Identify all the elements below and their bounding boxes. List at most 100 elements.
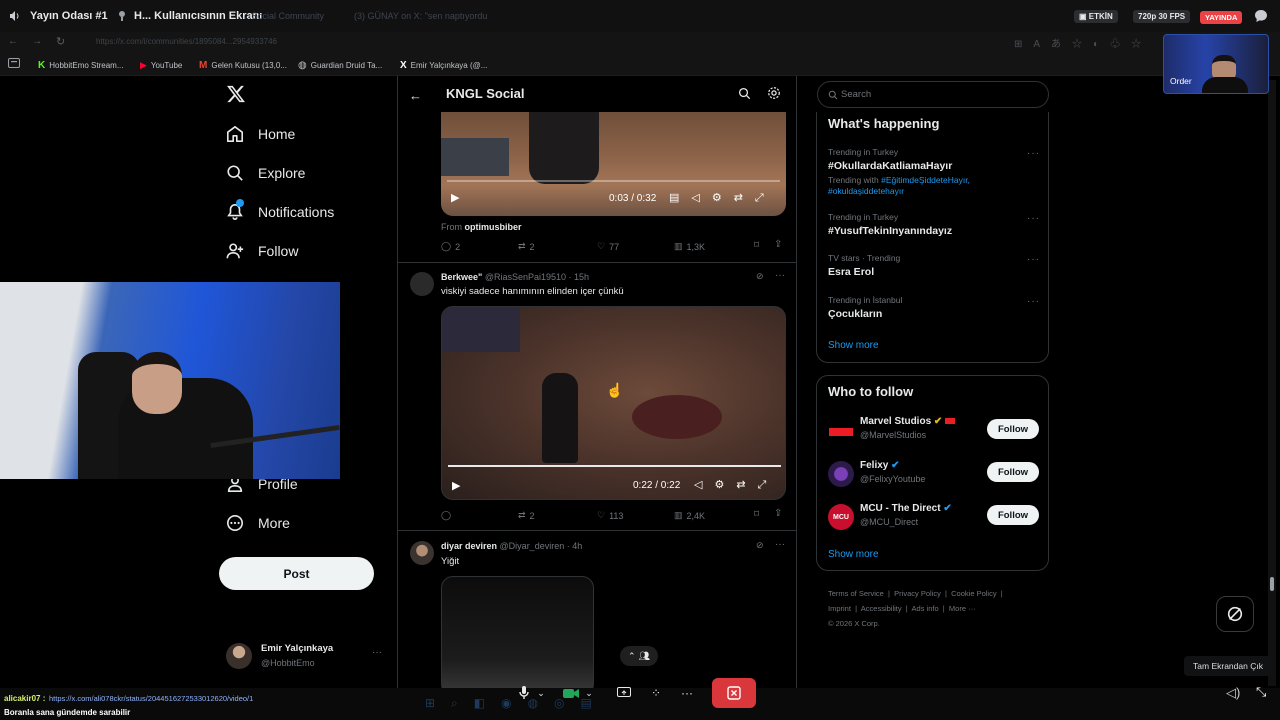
tweet-time: 15h [574,272,590,282]
stream-top-bar: Yayın Odası #1 H... Kullanıcısının Ekran… [0,0,1280,32]
reload-icon[interactable]: ↻ [56,35,65,48]
more-dots-icon[interactable]: ··· [1027,296,1040,307]
more-dots-icon[interactable]: ··· [1027,254,1040,265]
active-badge: ▣ ETKİN [1074,10,1118,23]
chat-bubble-icon[interactable] [1254,9,1268,23]
grok-icon[interactable]: ⊘ [756,540,764,551]
popout-button[interactable] [1216,596,1254,632]
footer-link[interactable]: Accessibility [861,604,902,613]
tweet-video[interactable]: ▶ 0:03 / 0:32 ▤◁⚙⇄⤢ [441,112,786,216]
more-options-button[interactable]: ··· [675,681,699,705]
share-icon[interactable]: ⇪ [774,239,782,250]
like-button[interactable]: ♡ 113 [597,510,623,521]
search-input[interactable]: Search [817,81,1049,108]
tweet-author-name: Berkwee" [441,272,483,282]
bookmark-item[interactable]: ▶ YouTube [140,60,182,71]
scrollbar[interactable] [1268,80,1276,686]
url-field[interactable]: https://x.com/i/communities/1895084...29… [96,37,277,46]
video-progress-track[interactable] [448,465,781,467]
camera-button[interactable]: ⌄ [558,681,598,705]
bell-icon [226,199,244,221]
video-controls-icons[interactable]: ◁⚙⇄⤢ [694,478,778,492]
scrollbar-thumb[interactable] [1270,577,1274,591]
bookmark-icon[interactable]: ⌑ [754,509,759,520]
back-icon[interactable]: ← [8,36,18,47]
follow-button[interactable]: Follow [987,462,1039,482]
live-badge: YAYINDA [1200,11,1243,24]
bookmark-item[interactable]: M Gelen Kutusu (13,0... [199,60,287,71]
chat-link[interactable]: https://x.com/ali078ckr/status/204451627… [49,694,253,703]
participant-tile[interactable]: Order [1163,34,1269,94]
more-dots-icon[interactable]: ··· [775,270,785,281]
bookmark-icon[interactable]: ⌑ [754,240,759,251]
views-button[interactable]: ▥ 1,3K [674,241,705,252]
reply-button[interactable]: ◯ 2 [441,241,460,252]
bookmark-item[interactable]: ◍ Guardian Druid Ta... [298,60,382,71]
more-dots-icon[interactable]: ··· [775,539,785,550]
video-controls-icons[interactable]: ▤◁⚙⇄⤢ [669,191,776,205]
people-icon: 👥︎ [638,650,650,661]
sidebar-item-follow[interactable]: Follow [226,242,298,260]
sidebar-item-notifications[interactable]: Notifications [226,199,334,221]
suggestion-handle: @FelixyYoutube [860,474,926,484]
share-icon[interactable]: ⇪ [774,508,782,519]
play-icon[interactable]: ▶ [452,479,460,492]
tweet-author-handle: @Diyar_deviren [499,541,565,551]
exit-fullscreen-icon[interactable]: ⤡ [1256,684,1266,700]
activities-button[interactable]: ⁘ [644,681,668,705]
tweet-media[interactable] [441,576,594,688]
suggestion-name: Marvel Studios ✔︎ [860,416,956,427]
disconnect-button[interactable] [712,678,756,708]
sidebar-item-explore[interactable]: Explore [226,164,305,182]
trend-item[interactable]: Trending in Turkey #OkullardaKatliamaHay… [828,147,1043,197]
microphone-button[interactable]: ⌄ [512,681,552,705]
play-icon[interactable]: ▶ [451,191,459,204]
screen-share-button[interactable] [612,681,636,705]
forward-icon[interactable]: → [32,36,42,47]
post-button[interactable]: Post [219,557,374,590]
trend-item[interactable]: TV stars · Trending Esra Erol [828,253,1043,278]
screen-share-icon [617,687,631,699]
footer-link[interactable]: Privacy Policy [894,589,941,598]
more-dots-icon[interactable]: ··· [372,647,382,658]
sidebar-item-home[interactable]: Home [226,125,295,143]
search-icon [828,90,838,100]
bookmark-item[interactable]: K HobbitEmo Stream... [38,60,123,71]
grok-icon[interactable]: ⊘ [756,271,764,282]
show-more-link[interactable]: Show more [828,340,879,351]
sidebar-item-more[interactable]: More [226,514,290,532]
repost-button[interactable]: ⇄ 2 [518,510,535,521]
show-more-link[interactable]: Show more [828,549,879,560]
follow-button[interactable]: Follow [987,419,1039,439]
footer-link[interactable]: Terms of Service [828,589,884,598]
reply-button[interactable]: ◯ [441,510,455,521]
account-switcher[interactable]: Emir Yalçınkaya @HobbitEmo ··· [226,641,386,673]
video-progress-track[interactable] [447,180,780,182]
trend-item[interactable]: Trending in Turkey #YusufTekinInyanınday… [828,212,1043,237]
tweet-video[interactable]: ▶ 0:22 / 0:22 ◁⚙⇄⤢ [441,306,786,500]
account-name: Emir Yalçınkaya [261,643,334,654]
footer-link[interactable]: Ads info [912,604,939,613]
chat-user: alicakir07 : [4,694,46,703]
bookmark-item[interactable]: X Emir Yalçınkaya (@... [400,60,487,71]
footer-link[interactable]: More ··· [949,604,976,613]
trend-item[interactable]: Trending in İstanbul Çocukların [828,295,1043,320]
views-button[interactable]: ▥ 2,4K [674,510,705,521]
like-button[interactable]: ♡ 77 [597,241,619,252]
community-jump-button[interactable]: ⌃ 👥︎ [620,646,658,666]
trend-title: #YusufTekinInyanındayız [828,225,953,237]
repost-button[interactable]: ⇄ 2 [518,241,535,252]
more-dots-icon[interactable]: ··· [1027,213,1040,224]
ghost-tab: (3) GÜNAY on X: "sen naptıyordu [354,11,488,21]
footer-link[interactable]: Imprint [828,604,851,613]
back-arrow-icon[interactable]: ← [409,88,422,103]
trend-title: #OkullardaKatliamaHayır [828,160,953,172]
search-icon[interactable] [738,87,751,100]
x-logo-icon[interactable] [226,84,246,104]
follow-button[interactable]: Follow [987,505,1039,525]
footer-link[interactable]: Cookie Policy [951,589,996,598]
gear-icon[interactable] [767,86,781,100]
volume-icon[interactable]: ◁) [1226,685,1240,701]
more-dots-icon[interactable]: ··· [1027,148,1040,159]
sidebar-item-label: Explore [258,165,306,181]
